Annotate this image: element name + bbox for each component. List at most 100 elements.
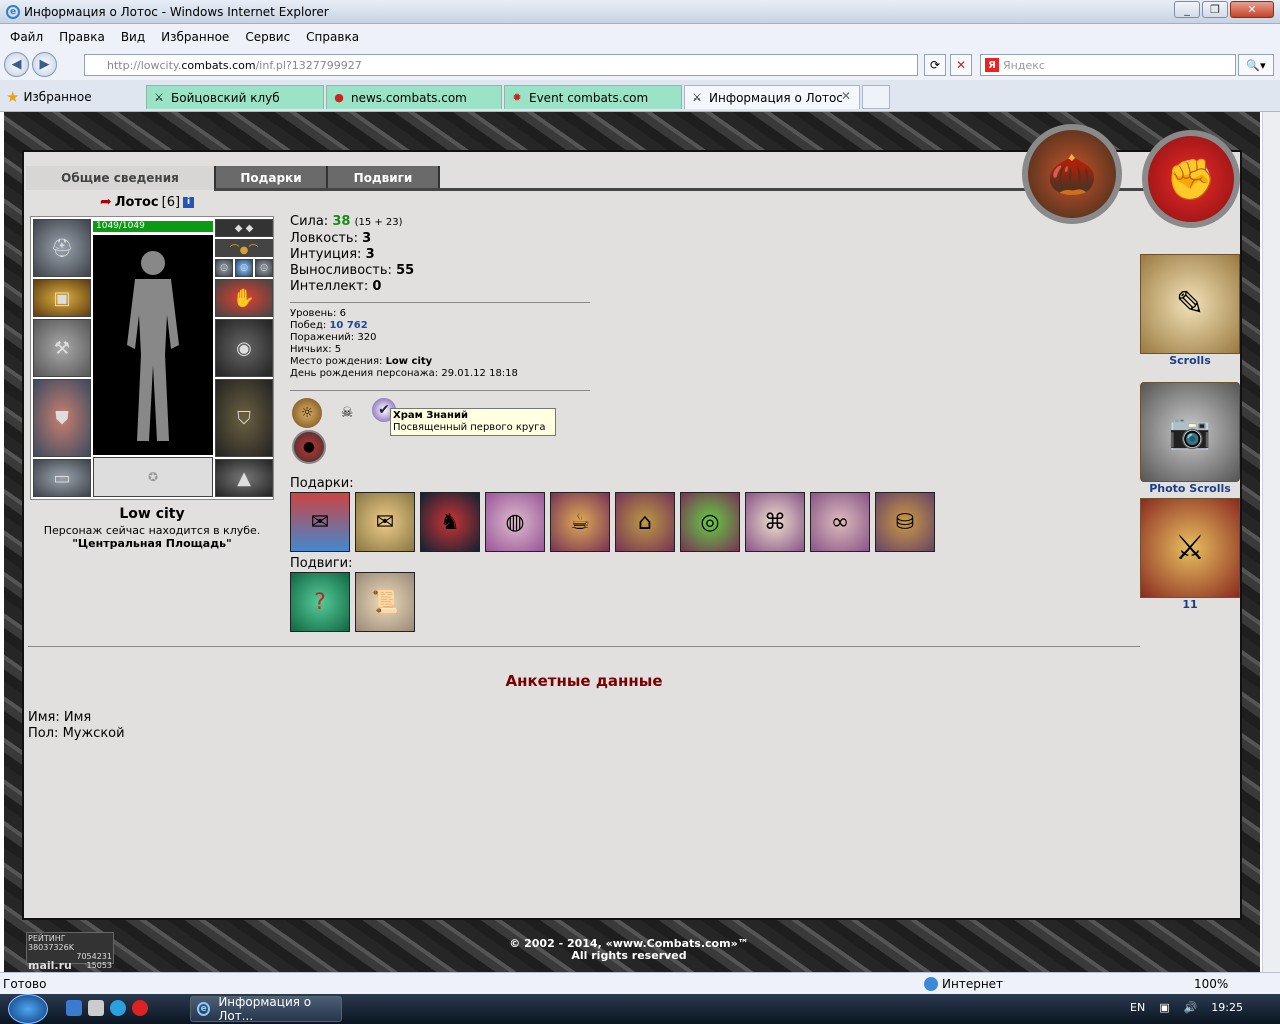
opera-icon[interactable]: [132, 1000, 148, 1016]
search-button[interactable]: 🔍▾: [1238, 54, 1274, 76]
info-icon[interactable]: i: [183, 196, 195, 208]
security-zone[interactable]: Интернет: [924, 977, 1003, 991]
bracers-slot[interactable]: ▣: [33, 279, 91, 317]
favorites-label: Избранное: [23, 90, 92, 104]
tab-club[interactable]: ⚔ Бойцовский клуб: [146, 85, 324, 109]
helmet-slot[interactable]: ⛑: [33, 219, 91, 277]
ring3-slot[interactable]: ○: [255, 259, 273, 277]
volume-icon[interactable]: 🔊: [1184, 1001, 1198, 1014]
tab-news[interactable]: ● news.combats.com: [326, 85, 502, 109]
detail-losses: Поражений: 320: [290, 332, 518, 344]
photo-scrolls-label: Photo Scrolls: [1149, 482, 1231, 495]
tab-general[interactable]: Общие сведения: [26, 166, 216, 190]
fist-emblem-icon[interactable]: ✊: [1142, 130, 1240, 228]
menu-favorites[interactable]: Избранное: [161, 30, 229, 44]
boots-icon: ▲: [237, 467, 251, 489]
character-silhouette: [93, 235, 213, 455]
room-name[interactable]: "Центральная Площадь": [30, 537, 274, 550]
rating-value: 15053: [86, 961, 112, 970]
tab-feats[interactable]: Подвиги: [328, 166, 440, 190]
feat-item[interactable]: ?: [290, 572, 350, 632]
detail-birthday: День рождения персонажа: 29.01.12 18:18: [290, 368, 518, 380]
gift-figure-icon: ♞: [440, 509, 460, 535]
browser-viewport: Общие сведения Подарки Подвиги ➦ Лотос […: [0, 112, 1280, 972]
book-quill-icon: ✎: [1140, 254, 1240, 354]
close-button[interactable]: ✕: [1230, 1, 1274, 18]
gift-item[interactable]: ✉: [290, 492, 350, 552]
amulet-slot[interactable]: ⌒●⌒: [215, 239, 273, 257]
back-button[interactable]: ◀: [4, 52, 29, 77]
menu-edit[interactable]: Правка: [59, 30, 105, 44]
shield-slot[interactable]: ◉: [215, 319, 273, 377]
stat-label: Ловкость:: [290, 231, 358, 246]
gift-item[interactable]: ⌂: [615, 492, 675, 552]
legs-slot[interactable]: ⛉: [215, 379, 273, 457]
tab-info[interactable]: ⚔ Информация о Лотос ✕: [684, 85, 860, 109]
new-tab-button[interactable]: [862, 85, 890, 109]
gloves-slot[interactable]: ✋: [215, 279, 273, 317]
skype-icon[interactable]: [110, 1000, 126, 1016]
menu-tools[interactable]: Сервис: [245, 30, 290, 44]
gift-item[interactable]: ♞: [420, 492, 480, 552]
feat-item[interactable]: 📜: [355, 572, 415, 632]
location-desc-text: Персонаж сейчас находится в клубе.: [43, 524, 261, 537]
boots-slot[interactable]: ▲: [215, 459, 273, 497]
window-switch-icon[interactable]: [88, 1000, 104, 1016]
gift-item[interactable]: ⛁: [875, 492, 935, 552]
gift-basket-icon: ⌘: [764, 509, 786, 535]
gift-item[interactable]: ☕: [550, 492, 610, 552]
ring1-slot[interactable]: ○: [215, 259, 233, 277]
armor-slot[interactable]: ⛊: [33, 379, 91, 457]
tab-close-icon[interactable]: ✕: [841, 89, 851, 103]
tab-event[interactable]: ✹ Event combats.com: [504, 85, 682, 109]
skull-medal-icon[interactable]: ☠: [332, 398, 362, 428]
desktop-icon[interactable]: [66, 1000, 82, 1016]
detail-value: Low city: [385, 356, 433, 367]
zoom-level[interactable]: 100%: [1194, 977, 1228, 991]
belt-slot[interactable]: ▭: [33, 459, 91, 497]
gift-item[interactable]: ✉: [355, 492, 415, 552]
field-sex: Пол: Мужской: [28, 726, 125, 742]
maximize-button[interactable]: ❐: [1202, 1, 1228, 18]
weapon-slot[interactable]: ⚒: [33, 319, 91, 377]
address-bar[interactable]: http://lowcity. combats.com/inf.pl?132779…: [84, 54, 918, 76]
sword-book-link[interactable]: ⚔ 11: [1140, 498, 1240, 611]
scrolls-link[interactable]: ✎ Scrolls: [1140, 254, 1240, 367]
zone-label: Интернет: [942, 977, 1004, 991]
vertical-scrollbar[interactable]: [1262, 112, 1280, 972]
minimize-button[interactable]: _: [1174, 1, 1200, 18]
photo-scrolls-link[interactable]: 📷 Photo Scrolls: [1140, 382, 1240, 495]
gift-item[interactable]: ◍: [485, 492, 545, 552]
forward-button[interactable]: ▶: [32, 52, 57, 77]
arrow-icon[interactable]: ➦: [100, 194, 112, 210]
clan-medal-icon[interactable]: ●: [292, 430, 326, 464]
url-prefix: http://lowcity.: [107, 58, 182, 72]
language-indicator[interactable]: EN: [1130, 1001, 1145, 1014]
menu-help[interactable]: Справка: [306, 30, 359, 44]
gift-item[interactable]: ∞: [810, 492, 870, 552]
taskbar-ie-button[interactable]: e Информация о Лот...: [190, 995, 342, 1023]
compass-medal-icon[interactable]: ☼: [292, 398, 322, 428]
menu-view[interactable]: Вид: [121, 30, 145, 44]
hazelnut-emblem-icon[interactable]: 🌰: [1022, 124, 1122, 224]
clock[interactable]: 19:25: [1211, 1001, 1243, 1014]
stop-button[interactable]: ✕: [950, 54, 972, 76]
search-input[interactable]: Я Яндекс: [980, 54, 1236, 76]
earrings-slot[interactable]: ◆ ◆: [215, 219, 273, 237]
favorites-button[interactable]: ★ Избранное: [6, 88, 92, 106]
menu-file[interactable]: Файл: [10, 30, 43, 44]
amulet-icon: ⌒●⌒: [229, 244, 259, 256]
tab-gifts[interactable]: Подарки: [216, 166, 328, 190]
stat-stamina: Выносливость: 55: [290, 263, 414, 279]
start-button[interactable]: [8, 994, 48, 1024]
feats-title: Подвиги:: [290, 556, 353, 571]
rating-value: 38037326K: [28, 943, 74, 952]
network-icon[interactable]: ▣: [1159, 1001, 1169, 1014]
refresh-button[interactable]: ⟳: [924, 54, 946, 76]
stat-extra: (15 + 23): [354, 217, 403, 228]
hammer-icon: ⚒: [53, 337, 71, 359]
gift-item[interactable]: ⌘: [745, 492, 805, 552]
mailru-rating-counter[interactable]: РЕЙТИНГ 38037326K 7054231 mail.ru 15053: [26, 932, 114, 971]
gift-item[interactable]: ◎: [680, 492, 740, 552]
ring2-slot[interactable]: ○: [235, 259, 253, 277]
